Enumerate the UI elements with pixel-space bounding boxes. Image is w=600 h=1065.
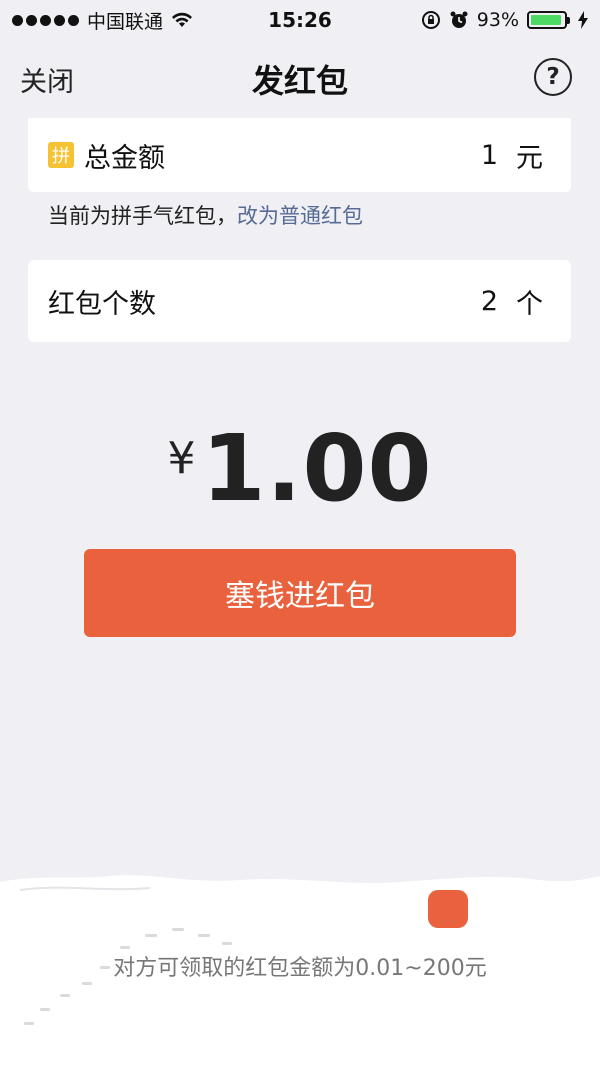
pin-badge-icon: 拼: [48, 142, 74, 168]
packet-count-label: 红包个数: [48, 288, 156, 320]
page-title: 发红包: [251, 62, 348, 100]
stuff-money-button[interactable]: 塞钱进红包: [84, 549, 516, 637]
status-time: 15:26: [268, 8, 332, 32]
charging-icon: [578, 11, 588, 29]
help-icon: ?: [546, 64, 560, 90]
carrier-name: 中国联通: [87, 10, 164, 33]
hint-text: 当前为拼手气红包，: [48, 204, 237, 228]
rotation-lock-icon: [421, 11, 440, 29]
decoration-orange-block: [428, 890, 468, 928]
battery-body: [527, 11, 567, 29]
battery-percent: 93%: [476, 9, 519, 31]
packet-count-unit: 个: [516, 288, 543, 320]
status-bar: 中国联通 15:26 93%: [0, 0, 600, 40]
total-amount-card[interactable]: 拼 总金额 1 元: [28, 118, 571, 192]
signal-dots-icon: [12, 14, 79, 26]
wifi-icon: [172, 12, 193, 27]
alarm-icon: [450, 11, 468, 28]
battery-icon: [527, 11, 570, 29]
battery-fill: [531, 15, 561, 25]
help-button[interactable]: ?: [534, 58, 572, 96]
total-amount-unit: 元: [516, 142, 543, 174]
packet-type-hint: 当前为拼手气红包，改为普通红包: [48, 200, 363, 230]
packet-count-value[interactable]: 2: [481, 286, 498, 317]
amount-value: 1.00: [201, 415, 433, 522]
status-left: 中国联通: [12, 7, 193, 34]
amount-display: ¥1.00: [0, 415, 600, 522]
packet-count-card[interactable]: 红包个数 2 个: [28, 260, 571, 342]
battery-cap: [567, 16, 570, 24]
switch-to-normal-link[interactable]: 改为普通红包: [237, 204, 363, 228]
total-amount-value[interactable]: 1: [481, 140, 498, 171]
nav-bar: 关闭 发红包 ?: [0, 40, 600, 118]
currency-symbol: ¥: [167, 433, 196, 484]
amount-range-note: 对方可领取的红包金额为0.01~200元: [113, 956, 487, 981]
status-right: 93%: [421, 9, 588, 31]
total-amount-label: 总金额: [84, 142, 165, 174]
